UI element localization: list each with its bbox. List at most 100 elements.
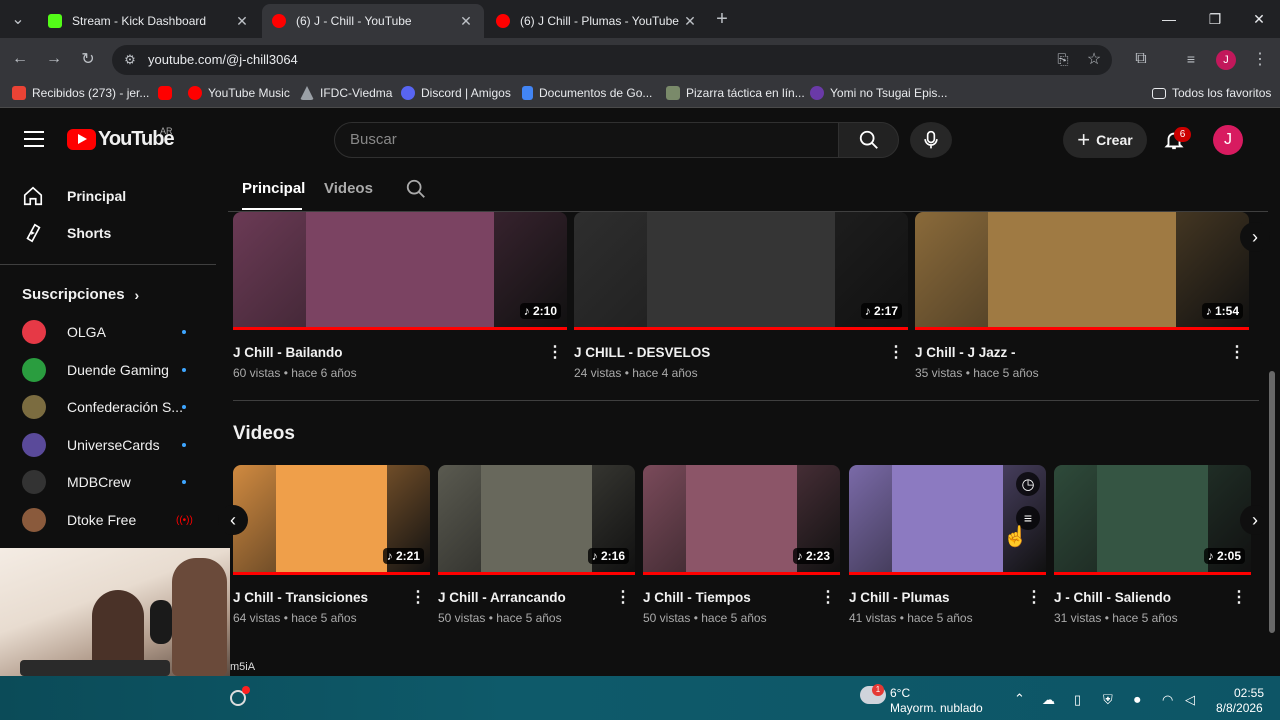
bookmark-label: Todos los favoritos — [1172, 86, 1272, 100]
subscriptions-heading[interactable]: Suscripciones › — [22, 286, 139, 303]
video-thumbnail[interactable]: ♪ 2:10 — [233, 212, 567, 327]
tab-videos[interactable]: Videos — [324, 180, 373, 197]
subscription-item[interactable]: OLGA — [12, 314, 212, 350]
close-icon[interactable]: ✕ — [234, 13, 250, 30]
back-icon[interactable]: ← — [8, 47, 32, 71]
video-card[interactable]: ♪ 2:10 J Chill - Bailando 60 vistas • hace… — [233, 212, 567, 380]
install-app-icon[interactable]: ⎘ — [1051, 47, 1075, 71]
page-scrollbar[interactable] — [1268, 113, 1276, 675]
subscription-item[interactable]: Dtoke Free ((•)) — [12, 502, 212, 538]
subscription-item[interactable]: UniverseCards — [12, 427, 212, 463]
tab-jchill-youtube[interactable]: (6) J - Chill - YouTube ✕ — [262, 4, 484, 38]
clock-date[interactable]: 8/8/2026 — [1216, 701, 1263, 715]
youtube-logo-icon[interactable] — [67, 129, 96, 150]
new-tab-icon[interactable]: + — [710, 7, 734, 31]
account-avatar[interactable]: J — [1213, 125, 1243, 155]
url-text[interactable]: youtube.com/@j-chill3064 — [148, 52, 298, 67]
video-title[interactable]: J Chill - Transiciones — [233, 590, 430, 605]
video-title[interactable]: J CHILL - DESVELOS — [574, 345, 908, 360]
video-card[interactable]: ♪ 2:05 J - Chill - Saliendo 31 vistas • ha… — [1054, 465, 1251, 625]
window-close-icon[interactable]: ✕ — [1236, 0, 1280, 38]
tab-search-chevron-icon[interactable]: ⌄ — [6, 7, 30, 31]
tab-kick-dashboard[interactable]: Stream - Kick Dashboard ✕ — [38, 4, 260, 38]
video-title[interactable]: J Chill - Plumas — [849, 590, 1046, 605]
search-input[interactable]: Buscar — [334, 122, 839, 158]
subscription-item[interactable]: Confederación S... — [12, 389, 212, 425]
more-actions-icon[interactable]: ⋮ — [547, 342, 563, 362]
bookmark-yomi[interactable]: Yomi no Tsugai Epis... — [810, 86, 947, 100]
video-thumbnail[interactable]: ♪ 2:23 — [643, 465, 840, 572]
media-control-icon[interactable]: ≡ — [1179, 47, 1203, 71]
scrollbar-thumb[interactable] — [1269, 371, 1275, 633]
channel-avatar — [22, 432, 46, 457]
video-title[interactable]: J - Chill - Saliendo — [1054, 590, 1251, 605]
video-thumbnail[interactable]: ♪ 1:54 — [915, 212, 1249, 327]
video-title[interactable]: J Chill - J Jazz - — [915, 345, 1249, 360]
clock-time[interactable]: 02:55 — [1234, 686, 1264, 700]
bookmark-pizarra[interactable]: Pizarra táctica en lín... — [666, 86, 805, 100]
channel-search-icon[interactable] — [405, 178, 427, 205]
more-actions-icon[interactable]: ⋮ — [615, 587, 631, 607]
create-button[interactable]: + Crear — [1063, 122, 1147, 158]
bookmark-gmail[interactable]: Recibidos (273) - jer... — [12, 86, 149, 100]
video-card[interactable]: ♪ 2:16 J Chill - Arrancando 50 vistas • ha… — [438, 465, 635, 625]
weather-desc[interactable]: Mayorm. nublado — [890, 701, 983, 715]
forward-icon[interactable]: → — [42, 47, 66, 71]
bookmark-ifdc[interactable]: IFDC-Viedma — [300, 86, 392, 100]
video-title[interactable]: J Chill - Arrancando — [438, 590, 635, 605]
video-card[interactable]: ♪ 1:54 J Chill - J Jazz - 35 vistas • hace… — [915, 212, 1249, 380]
site-info-icon[interactable]: ⚙ — [118, 48, 142, 72]
microphone-tray-icon[interactable]: ⏺ — [1134, 692, 1141, 708]
security-shield-icon[interactable]: ⛨ — [1103, 692, 1113, 708]
hamburger-menu-icon[interactable] — [24, 131, 44, 147]
tab-principal[interactable]: Principal — [242, 180, 305, 197]
video-card[interactable]: ♪ 2:21 J Chill - Transiciones 64 vistas • … — [233, 465, 430, 625]
video-thumbnail[interactable]: ♪ 2:17 — [574, 212, 908, 327]
bookmark-youtube[interactable] — [158, 86, 178, 100]
more-actions-icon[interactable]: ⋮ — [1026, 587, 1042, 607]
youtube-favicon-icon — [496, 14, 510, 28]
row1-next-button[interactable]: › — [1240, 222, 1270, 252]
sidebar-item-shorts[interactable]: Shorts — [12, 215, 212, 251]
volume-icon[interactable]: ◁ — [1185, 692, 1195, 708]
video-card[interactable]: ♪ 2:23 J Chill - Tiempos 50 vistas • hace … — [643, 465, 840, 625]
more-actions-icon[interactable]: ⋮ — [820, 587, 836, 607]
tab-plumas-youtube[interactable]: (6) J Chill - Plumas - YouTube ✕ — [486, 4, 708, 38]
bookmark-discord[interactable]: Discord | Amigos — [401, 86, 511, 100]
video-title[interactable]: J Chill - Tiempos — [643, 590, 840, 605]
more-actions-icon[interactable]: ⋮ — [1229, 342, 1245, 362]
bookmark-star-icon[interactable]: ☆ — [1082, 47, 1106, 71]
minimize-icon[interactable]: — — [1146, 0, 1192, 38]
onedrive-icon[interactable]: ☁ — [1042, 692, 1055, 708]
search-button[interactable] — [838, 122, 899, 158]
video-thumbnail[interactable]: ♪ 2:05 — [1054, 465, 1251, 572]
more-actions-icon[interactable]: ⋮ — [1231, 587, 1247, 607]
restore-icon[interactable]: ❐ — [1192, 0, 1238, 38]
video-thumbnail[interactable]: ♪ 2:21 — [233, 465, 430, 572]
video-card[interactable]: ♪ 2:17 J CHILL - DESVELOS 24 vistas • hace… — [574, 212, 908, 380]
more-actions-icon[interactable]: ⋮ — [410, 587, 426, 607]
close-icon[interactable]: ✕ — [458, 13, 474, 30]
video-thumbnail[interactable]: ♪ 2:16 — [438, 465, 635, 572]
wifi-icon[interactable]: ◠ — [1162, 692, 1173, 708]
weather-temp[interactable]: 6°C — [890, 686, 910, 700]
all-bookmarks[interactable]: Todos los favoritos — [1152, 86, 1271, 100]
tray-overflow-icon[interactable]: ⌃ — [1014, 691, 1025, 707]
more-actions-icon[interactable]: ⋮ — [888, 342, 904, 362]
row2-prev-button[interactable]: ‹ — [218, 505, 248, 535]
subscription-item[interactable]: MDBCrew — [12, 464, 212, 500]
voice-search-button[interactable] — [910, 122, 952, 158]
row2-next-button[interactable]: › — [1240, 505, 1270, 535]
bookmark-youtube-music[interactable]: YouTube Music — [188, 86, 290, 100]
extensions-icon[interactable]: ⧉ — [1129, 47, 1153, 71]
menu-icon[interactable]: ⋮ — [1248, 47, 1272, 71]
bookmark-docs[interactable]: Documentos de Go... — [522, 86, 652, 100]
video-title[interactable]: J Chill - Bailando — [233, 345, 567, 360]
subscription-item[interactable]: Duende Gaming — [12, 352, 212, 388]
sidebar-item-principal[interactable]: Principal — [12, 178, 212, 214]
profile-avatar[interactable]: J — [1216, 50, 1236, 70]
reload-icon[interactable]: ↻ — [76, 47, 100, 71]
watch-later-icon[interactable]: ◷ — [1016, 472, 1040, 496]
close-icon[interactable]: ✕ — [682, 13, 698, 30]
usb-icon[interactable]: ▯ — [1074, 692, 1081, 708]
